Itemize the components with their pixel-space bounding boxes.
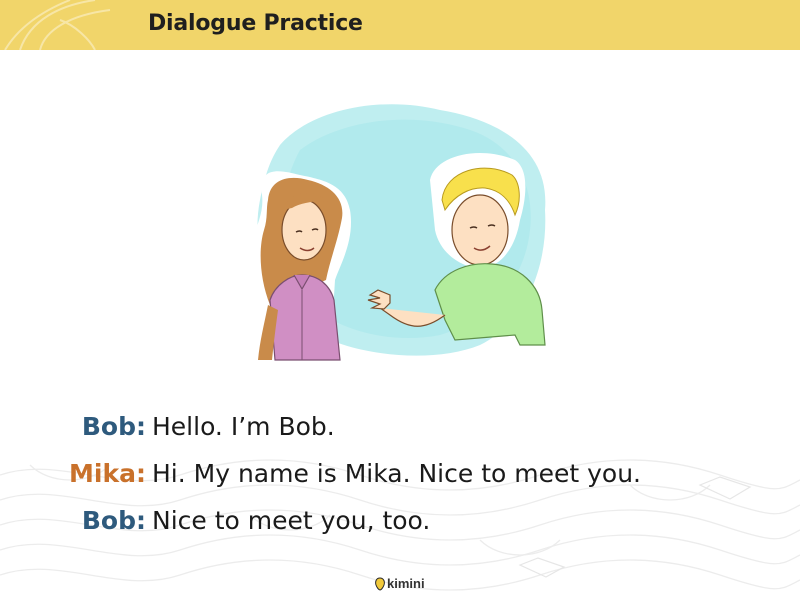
dialogue-text: Hello. I’m Bob.: [152, 412, 335, 441]
dialogue-line-2: Mika: Hi. My name is Mika. Nice to meet …: [0, 459, 641, 488]
dialogue-text: Nice to meet you, too.: [152, 506, 431, 535]
speaker-label: Mika:: [69, 459, 146, 488]
header-bar: Dialogue Practice: [0, 0, 800, 50]
dialogue-text: Hi. My name is Mika. Nice to meet you.: [152, 459, 641, 488]
dialogue-line-3: Bob: Nice to meet you, too.: [0, 506, 430, 535]
dialogue-line-1: Bob: Hello. I’m Bob.: [0, 412, 335, 441]
speaker-label: Bob:: [81, 506, 146, 535]
woman-figure-icon: [249, 171, 352, 361]
leaf-logo-watermark-icon: [4, 0, 111, 50]
speaker-label: Bob:: [81, 412, 146, 441]
logo-text: kimini: [387, 576, 425, 591]
greeting-illustration: [249, 104, 546, 361]
kimini-logo: kimini: [374, 576, 425, 591]
kimini-leaf-icon: [375, 576, 385, 591]
page-title: Dialogue Practice: [148, 11, 363, 36]
